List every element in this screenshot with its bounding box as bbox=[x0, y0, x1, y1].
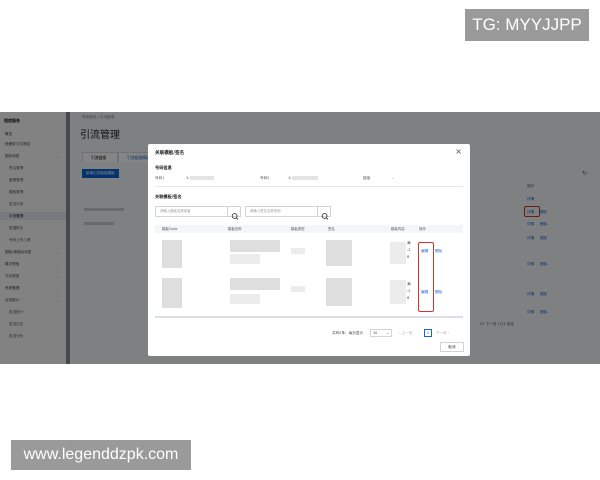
close-icon[interactable]: × bbox=[455, 147, 462, 156]
signature-search-placeholder: 请输入签名名称查询 bbox=[250, 209, 281, 213]
content-snippet: :2 bbox=[407, 289, 411, 293]
prev-page-button[interactable]: ‹ 上一页 bbox=[399, 331, 412, 336]
screenshot-stage: TG: MYYJJPP 短信服务 概览 快速学习与测试 国内消息 ⌄ 签名管理 套餐管理模… bbox=[0, 0, 600, 480]
redacted-template-name bbox=[230, 278, 280, 290]
cancel-button[interactable]: 取消 bbox=[440, 342, 464, 352]
redacted-template-code bbox=[162, 278, 182, 308]
redacted-content bbox=[390, 242, 406, 264]
prev-page-label: 上一页 bbox=[401, 331, 413, 335]
delete-link[interactable]: 删除 bbox=[435, 290, 442, 295]
signature-search-button[interactable] bbox=[317, 206, 331, 220]
next-page-label: 下一页 bbox=[436, 331, 447, 335]
number2-label: 号码2 bbox=[260, 176, 270, 180]
redacted-template-type bbox=[291, 286, 305, 292]
modal-title: 关联模板/签名 bbox=[155, 151, 185, 156]
redacted-value bbox=[190, 176, 214, 180]
delete-link[interactable]: 删除 bbox=[435, 249, 442, 254]
content-snippet: 满 bbox=[407, 282, 411, 286]
page-number-current[interactable]: 1 bbox=[424, 329, 432, 337]
redacted-content bbox=[390, 280, 406, 304]
col-template-name: 模板名称 bbox=[228, 227, 242, 231]
console-screenshot: 短信服务 概览 快速学习与测试 国内消息 ⌄ 签名管理 套餐管理 模板管理 发送记录 引流管理数… bbox=[0, 112, 600, 364]
redacted-template-type bbox=[291, 248, 305, 254]
number-info-heading: 号码信息 bbox=[155, 165, 172, 170]
number2-value: 1: bbox=[288, 176, 292, 180]
template-table-header: 模板Code 模板名称 模板类型 签名 模板内容 操作 bbox=[155, 225, 463, 233]
page-size-select[interactable]: 10 ⌄ bbox=[370, 329, 392, 337]
template-search-placeholder: 请输入模板名称或者 bbox=[160, 209, 191, 213]
content-snippet: :2 bbox=[407, 248, 411, 252]
url-watermark: www.legenddzpk.com bbox=[11, 440, 191, 470]
template-search-button[interactable] bbox=[227, 206, 241, 220]
divider bbox=[155, 186, 463, 187]
chevron-down-icon: ⌄ bbox=[386, 331, 389, 335]
pager-summary: 共有2条，每页显示 bbox=[332, 331, 364, 335]
col-template-code: 模板Code bbox=[162, 227, 178, 231]
col-operation: 操作 bbox=[419, 227, 426, 231]
template-search-input[interactable]: 请输入模板名称或者 bbox=[155, 206, 241, 220]
search-icon bbox=[231, 213, 239, 220]
content-snippet: 8 bbox=[407, 255, 410, 259]
redacted-signature bbox=[326, 278, 352, 306]
signature-search-input[interactable]: 请输入签名名称查询 bbox=[245, 206, 331, 220]
template-signature-heading: 关联模板/签名 bbox=[155, 194, 182, 199]
redacted-template-code bbox=[162, 240, 182, 268]
redacted-signature bbox=[326, 240, 352, 266]
redacted-template-name bbox=[230, 254, 260, 264]
number1-label: 号码1 bbox=[155, 176, 165, 180]
tg-watermark: TG: MYYJJPP bbox=[465, 9, 589, 41]
col-template-type: 模板类型 bbox=[291, 227, 305, 231]
content-snippet: 满 bbox=[407, 241, 411, 245]
page-size-value: 10 bbox=[373, 331, 378, 335]
link-value: - bbox=[392, 176, 394, 180]
content-snippet: 8 bbox=[407, 296, 410, 300]
redacted-value bbox=[292, 176, 318, 180]
search-icon bbox=[321, 213, 329, 220]
highlight-box bbox=[418, 242, 434, 312]
col-template-content: 模板内容 bbox=[391, 227, 405, 231]
redacted-template-name bbox=[230, 240, 280, 252]
horizontal-scrollbar[interactable] bbox=[155, 316, 463, 318]
redacted-template-name bbox=[230, 294, 260, 304]
associate-template-modal: 关联模板/签名 × 号码信息 号码1 1: :32 号码2 1: 链接 - 关联… bbox=[148, 144, 470, 356]
col-signature: 签名 bbox=[328, 227, 335, 231]
next-page-button[interactable]: 下一页 › bbox=[436, 331, 449, 336]
link-label: 链接 bbox=[363, 176, 371, 180]
